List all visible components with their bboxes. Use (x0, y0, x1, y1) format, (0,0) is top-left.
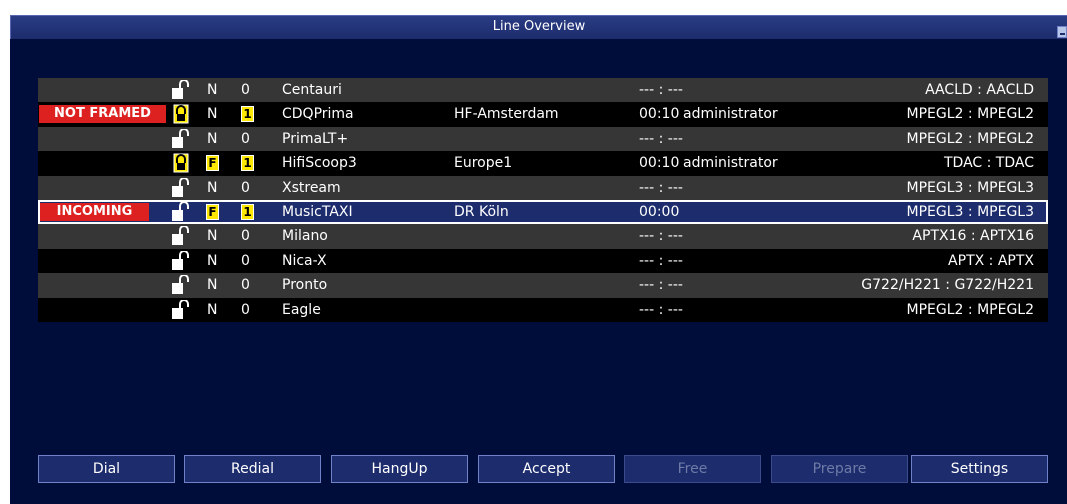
line-name: Milano (282, 228, 328, 245)
padlock-closed-icon[interactable] (170, 104, 192, 124)
line-type-marker: F (206, 155, 219, 172)
line-codec: MPEGL2 : MPEGL2 (906, 106, 1034, 123)
table-row[interactable]: N 0 Eagle --- : --- MPEGL2 : MPEGL2 (38, 297, 1048, 322)
line-type: N (207, 301, 218, 318)
table-row[interactable]: N 0 PrimaLT+ --- : --- MPEGL2 : MPEGL2 (38, 126, 1048, 152)
minimize-icon[interactable] (1057, 26, 1067, 38)
line-name: Centauri (282, 82, 342, 98)
line-codec: G722/H221 : G722/H221 (861, 277, 1034, 294)
padlock-open-icon[interactable] (170, 127, 192, 149)
table-row[interactable]: N 0 Pronto --- : --- G722/H221 : G722/H221 (38, 273, 1048, 298)
line-count: 0 (241, 82, 250, 98)
line-time: --- : --- (639, 301, 683, 318)
line-codec: APTX16 : APTX16 (912, 228, 1034, 245)
table-row[interactable]: N 0 Centauri --- : --- AACLD : AACLD (38, 78, 1048, 103)
line-name: HifiScoop3 (282, 155, 357, 172)
line-name: MusicTAXI (282, 203, 353, 220)
line-count: 0 (241, 252, 250, 269)
line-name: Pronto (282, 277, 328, 294)
line-type-marker: F (206, 203, 219, 220)
line-location: Europe1 (454, 155, 513, 172)
line-count-marker: 1 (241, 155, 254, 172)
line-time: 00:10 (639, 106, 680, 123)
line-time: 00:00 (639, 203, 680, 220)
line-overview-window: Line Overview N 0 Centauri --- : --- AACLD :… (10, 15, 1067, 504)
line-type: F (206, 200, 219, 224)
line-codec: MPEGL2 : MPEGL2 (906, 130, 1034, 147)
line-type: N (207, 179, 218, 196)
table-row[interactable]: N 0 Xstream --- : --- MPEGL3 : MPEGL3 (38, 175, 1048, 200)
table-row[interactable]: N 0 Milano --- : --- APTX16 : APTX16 (38, 224, 1048, 249)
line-count: 0 (241, 130, 250, 147)
line-codec: MPEGL3 : MPEGL3 (906, 179, 1034, 196)
padlock-open-icon[interactable] (170, 274, 192, 295)
line-count-marker: 1 (241, 106, 254, 123)
line-name: PrimaLT+ (282, 130, 349, 147)
line-table: N 0 Centauri --- : --- AACLD : AACLD NOT FRAM… (38, 78, 1048, 322)
table-row[interactable]: NOT FRAMED N 1 CDQPrima HF-Amsterdam 00:10 adm… (38, 102, 1048, 127)
line-codec: AACLD : AACLD (925, 82, 1034, 98)
line-count: 0 (241, 301, 250, 318)
line-type: N (207, 130, 218, 147)
line-count: 0 (241, 179, 250, 196)
line-time: --- : --- (639, 82, 683, 98)
table-row[interactable]: F 1 HifiScoop3 Europe1 00:10 administrator TDA… (38, 151, 1048, 176)
title-bar: Line Overview (10, 15, 1067, 39)
line-count: 1 (241, 151, 254, 175)
line-time: 00:10 (639, 155, 680, 172)
line-codec: MPEGL3 : MPEGL3 (906, 203, 1034, 220)
line-type: N (207, 106, 218, 123)
settings-button[interactable]: Settings (911, 455, 1048, 483)
line-time: --- : --- (639, 130, 683, 147)
status-badge: INCOMING (40, 202, 149, 221)
line-type: N (207, 228, 218, 245)
line-time: --- : --- (639, 252, 683, 269)
padlock-open-icon[interactable] (170, 79, 192, 100)
line-codec: TDAC : TDAC (943, 155, 1034, 172)
line-name: Nica-X (282, 252, 327, 269)
prepare-button[interactable]: Prepare (771, 455, 908, 483)
line-count: 0 (241, 228, 250, 245)
line-name: Eagle (282, 301, 321, 318)
line-time: --- : --- (639, 228, 683, 245)
redial-button[interactable]: Redial (184, 455, 321, 483)
line-user: administrator (683, 106, 778, 123)
line-user: administrator (683, 155, 778, 172)
window-title: Line Overview (492, 19, 586, 34)
padlock-open-icon[interactable] (170, 176, 192, 198)
hangup-button[interactable]: HangUp (331, 455, 468, 483)
table-row[interactable]: N 0 Nica-X --- : --- APTX : APTX (38, 248, 1048, 274)
line-type: N (207, 82, 218, 98)
dial-button[interactable]: Dial (38, 455, 175, 483)
line-name: Xstream (282, 179, 341, 196)
padlock-closed-icon[interactable] (170, 153, 192, 173)
free-button[interactable]: Free (624, 455, 761, 483)
accept-button[interactable]: Accept (478, 455, 615, 483)
padlock-open-icon[interactable] (170, 225, 192, 246)
button-bar: Dial Redial HangUp Accept Free Prepare Setting… (38, 455, 1048, 483)
line-time: --- : --- (639, 277, 683, 294)
line-location: DR Köln (454, 203, 509, 220)
table-row[interactable]: INCOMING F 1 MusicTAXI DR Köln 00:00 MPEGL3 : … (38, 199, 1048, 225)
line-count: 1 (241, 102, 254, 126)
line-count: 0 (241, 277, 250, 294)
padlock-open-icon[interactable] (170, 249, 192, 271)
line-count-marker: 1 (241, 203, 254, 220)
line-count: 1 (241, 200, 254, 224)
line-type: N (207, 277, 218, 294)
line-type: F (206, 151, 219, 175)
status-badge: NOT FRAMED (39, 105, 166, 124)
line-codec: MPEGL2 : MPEGL2 (906, 301, 1034, 318)
line-location: HF-Amsterdam (454, 106, 559, 123)
line-codec: APTX : APTX (948, 252, 1034, 269)
padlock-open-icon[interactable] (170, 200, 192, 222)
padlock-open-icon[interactable] (170, 298, 192, 320)
line-time: --- : --- (639, 179, 683, 196)
line-name: CDQPrima (282, 106, 354, 123)
line-type: N (207, 252, 218, 269)
